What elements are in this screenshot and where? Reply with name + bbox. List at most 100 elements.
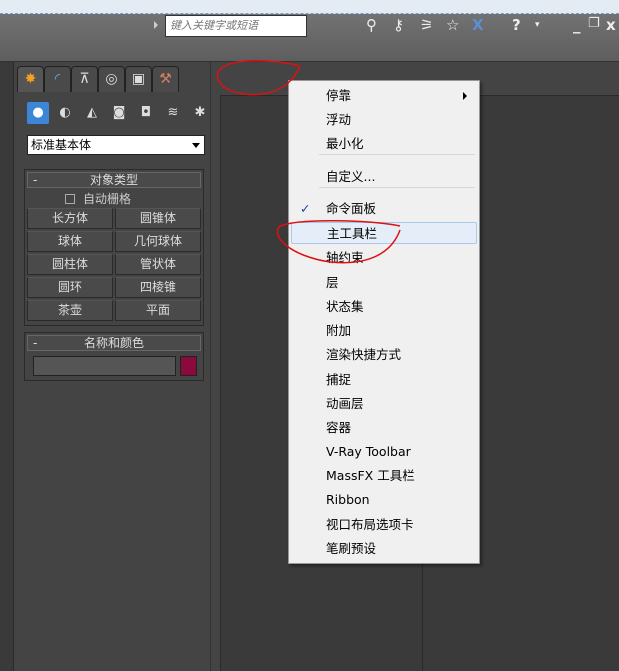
menu-item[interactable]: MassFX 工具栏 bbox=[291, 465, 477, 487]
x-exchange-icon[interactable]: X bbox=[472, 16, 484, 34]
help-icon[interactable]: ? bbox=[512, 16, 521, 34]
rollout-title: 名称和颜色 bbox=[83, 336, 144, 350]
object-button[interactable]: 圆柱体 bbox=[27, 254, 113, 275]
submenu-arrow-icon bbox=[463, 92, 467, 100]
minimize-icon[interactable]: _ bbox=[573, 16, 581, 34]
utilities-tab[interactable]: ⚒ bbox=[152, 66, 179, 92]
menu-item-label: 最小化 bbox=[326, 136, 364, 151]
menu-item[interactable]: 停靠 bbox=[291, 85, 477, 107]
menu-item-label: 捕捉 bbox=[326, 372, 352, 387]
menu-item[interactable]: 自定义... bbox=[291, 166, 477, 188]
systems-icon[interactable]: ✱ bbox=[189, 102, 211, 124]
object-button[interactable]: 管状体 bbox=[115, 254, 201, 275]
hierarchy-icon: ⊼ bbox=[79, 71, 90, 87]
menu-item-label: 视口布局选项卡 bbox=[326, 517, 414, 532]
motion-icon: ◎ bbox=[105, 71, 118, 87]
menu-item[interactable]: 视口布局选项卡 bbox=[291, 514, 477, 536]
menu-item-label: 容器 bbox=[326, 420, 352, 435]
top-strip bbox=[0, 0, 619, 14]
object-button[interactable]: 茶壶 bbox=[27, 300, 113, 321]
geometry-icon[interactable]: ● bbox=[27, 102, 49, 124]
satellite-icon[interactable]: ⚞ bbox=[420, 16, 433, 34]
lights-icon[interactable]: ◭ bbox=[81, 102, 103, 124]
collapse-icon: - bbox=[33, 336, 38, 350]
object-color-swatch[interactable] bbox=[180, 356, 197, 376]
menu-item-label: 主工具栏 bbox=[327, 226, 378, 241]
object-name-input[interactable] bbox=[33, 356, 176, 376]
menu-item[interactable]: V-Ray Toolbar bbox=[291, 441, 477, 463]
key-icon[interactable]: ⚷ bbox=[393, 16, 404, 34]
object-button[interactable]: 几何球体 bbox=[115, 231, 201, 252]
command-panel-tabs: ✸ ◜ ⊼ ◎ ▣ ⚒ bbox=[17, 66, 179, 92]
menu-item[interactable]: 捕捉 bbox=[291, 369, 477, 391]
primitive-type-dropdown[interactable]: 标准基本体 bbox=[27, 135, 205, 155]
menu-item[interactable]: 命令面板 ✓ bbox=[291, 198, 477, 220]
menu-item-label: 浮动 bbox=[326, 112, 352, 127]
autogrid-label: 自动栅格 bbox=[83, 192, 132, 206]
menu-item-label: 轴约束 bbox=[326, 250, 364, 265]
menu-item-label: 层 bbox=[326, 275, 339, 290]
modify-tab[interactable]: ◜ bbox=[44, 66, 71, 92]
hierarchy-tab[interactable]: ⊼ bbox=[71, 66, 98, 92]
menu-item-label: 状态集 bbox=[326, 299, 364, 314]
menu-item[interactable]: 主工具栏 bbox=[291, 222, 477, 244]
menu-item[interactable]: 最小化 bbox=[291, 133, 477, 155]
object-button[interactable]: 长方体 bbox=[27, 208, 113, 229]
expand-arrow-icon[interactable] bbox=[154, 21, 158, 29]
menu-item[interactable]: 笔刷预设 bbox=[291, 538, 477, 560]
menu-item[interactable]: 层 bbox=[291, 272, 477, 294]
object-button[interactable]: 四棱锥 bbox=[115, 277, 201, 298]
menu-item-label: 渲染快捷方式 bbox=[326, 347, 402, 362]
restore-icon[interactable]: ❐ bbox=[588, 16, 600, 31]
name-color-header[interactable]: - 名称和颜色 bbox=[27, 335, 201, 351]
star-icon[interactable]: ☆ bbox=[446, 16, 459, 34]
object-type-header[interactable]: - 对象类型 bbox=[27, 172, 201, 188]
menu-item[interactable]: 动画层 bbox=[291, 393, 477, 415]
menu-item[interactable]: 轴约束 bbox=[291, 247, 477, 269]
spacewarps-icon[interactable]: ≋ bbox=[162, 102, 184, 124]
create-icon: ✸ bbox=[24, 71, 37, 87]
dropdown-value: 标准基本体 bbox=[31, 138, 92, 152]
helpers-icon[interactable]: ◘ bbox=[135, 102, 157, 124]
rollout-title: 对象类型 bbox=[89, 173, 138, 187]
display-icon: ▣ bbox=[131, 71, 146, 87]
menu-item-label: Ribbon bbox=[326, 492, 370, 507]
menu-item[interactable]: 浮动 bbox=[291, 109, 477, 131]
collapse-icon: - bbox=[33, 173, 38, 187]
title-bar: 键入关键字或短语 ⚲ ⚷ ⚞ ☆ X ? ▾ _ ❐ x bbox=[0, 14, 619, 62]
chevron-down-icon bbox=[192, 143, 200, 148]
create-tab[interactable]: ✸ bbox=[17, 66, 44, 92]
object-type-rollout: - 对象类型 自动栅格 长方体 圆锥体 球体 几何球体 圆柱体 管状体 圆环 四棱锥 茶壶 平面 bbox=[24, 169, 204, 326]
object-button[interactable]: 球体 bbox=[27, 231, 113, 252]
search-input[interactable]: 键入关键字或短语 bbox=[165, 15, 307, 37]
menu-item[interactable]: Ribbon bbox=[291, 489, 477, 511]
menu-item[interactable]: 状态集 bbox=[291, 296, 477, 318]
close-icon[interactable]: x bbox=[606, 16, 616, 34]
utilities-icon: ⚒ bbox=[159, 71, 172, 87]
display-tab[interactable]: ▣ bbox=[125, 66, 152, 92]
help-dropdown-icon[interactable]: ▾ bbox=[535, 20, 540, 30]
menu-item-label: 自定义... bbox=[326, 169, 376, 184]
menu-item[interactable]: 渲染快捷方式 bbox=[291, 344, 477, 366]
menu-item-label: 笔刷预设 bbox=[326, 541, 377, 556]
binoculars-icon[interactable]: ⚲ bbox=[366, 16, 377, 34]
menu-item-label: 附加 bbox=[326, 323, 352, 338]
menu-item-label: 停靠 bbox=[326, 88, 352, 103]
motion-tab[interactable]: ◎ bbox=[98, 66, 125, 92]
checkbox-box bbox=[65, 194, 75, 204]
menu-item[interactable]: 附加 bbox=[291, 320, 477, 342]
menu-item[interactable]: 容器 bbox=[291, 417, 477, 439]
checkmark-icon: ✓ bbox=[300, 201, 311, 216]
object-button[interactable]: 圆锥体 bbox=[115, 208, 201, 229]
name-color-rollout: - 名称和颜色 bbox=[24, 332, 204, 381]
modify-icon: ◜ bbox=[54, 71, 61, 87]
shapes-icon[interactable]: ◐ bbox=[54, 102, 76, 124]
menu-item-label: 命令面板 bbox=[326, 201, 377, 216]
object-button[interactable]: 圆环 bbox=[27, 277, 113, 298]
menu-item-label: V-Ray Toolbar bbox=[326, 444, 411, 459]
cameras-icon[interactable]: ◙ bbox=[108, 102, 130, 124]
menu-item-label: MassFX 工具栏 bbox=[326, 468, 415, 483]
autogrid-checkbox[interactable]: 自动栅格 bbox=[25, 190, 203, 208]
object-button[interactable]: 平面 bbox=[115, 300, 201, 321]
toolbar-context-menu: 停靠浮动最小化自定义... 命令面板 ✓ 主工具栏轴约束层状态集附加渲染快捷方式 捕捉动… bbox=[288, 80, 480, 564]
